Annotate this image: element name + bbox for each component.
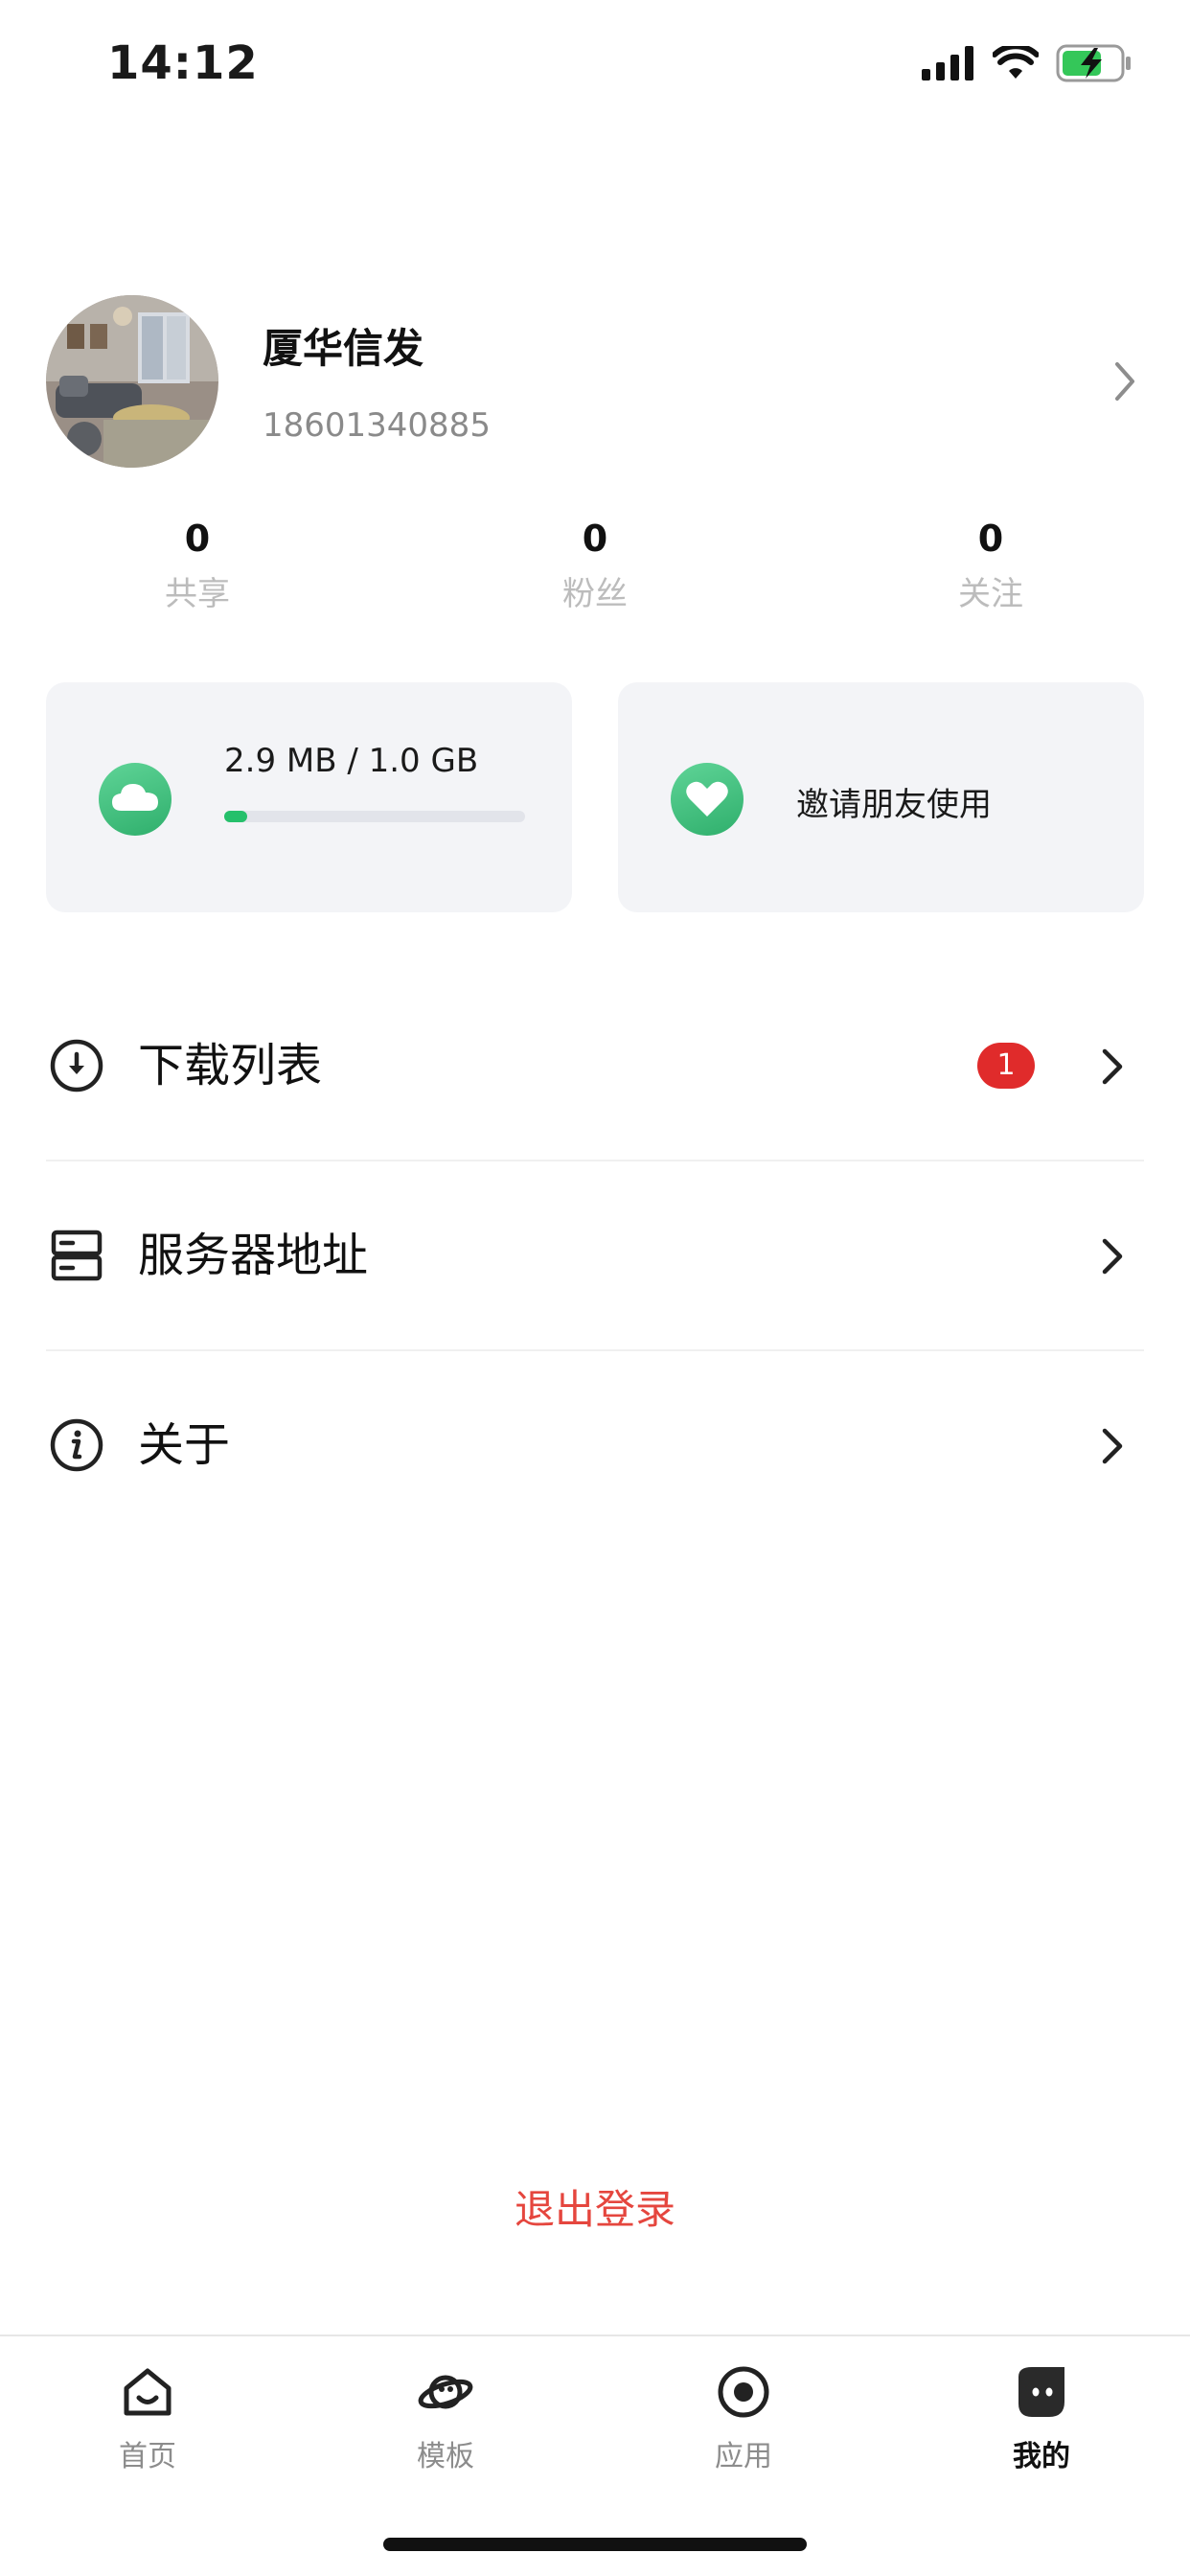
menu-item-about[interactable]: 关于 bbox=[46, 1351, 1144, 1539]
storage-progress-fill bbox=[224, 811, 247, 822]
tab-label: 我的 bbox=[1013, 2440, 1070, 2473]
invite-card[interactable]: 邀请朋友使用 bbox=[618, 682, 1144, 912]
tab-home[interactable]: 首页 bbox=[52, 2363, 243, 2474]
planet-icon bbox=[418, 2375, 473, 2409]
download-count-badge: 1 bbox=[977, 1043, 1035, 1089]
home-indicator bbox=[383, 2538, 807, 2551]
profile-header[interactable]: 厦华信发 18601340885 bbox=[46, 295, 1144, 468]
download-icon bbox=[50, 1039, 103, 1092]
stat-label: 共享 bbox=[165, 575, 230, 613]
chevron-right-icon bbox=[1102, 1238, 1123, 1275]
stat-value: 0 bbox=[184, 518, 211, 560]
chevron-right-icon[interactable] bbox=[1106, 355, 1144, 408]
stat-followers[interactable]: 0 粉丝 bbox=[480, 512, 710, 623]
menu-item-server-address[interactable]: 服务器地址 bbox=[46, 1162, 1144, 1351]
chevron-right-icon bbox=[1102, 1428, 1123, 1464]
target-icon bbox=[718, 2366, 769, 2418]
tab-templates[interactable]: 模板 bbox=[350, 2363, 541, 2474]
profile-face-icon bbox=[1018, 2367, 1064, 2417]
stat-value: 0 bbox=[977, 518, 1004, 560]
storage-progress-bar bbox=[224, 811, 525, 822]
tab-apps[interactable]: 应用 bbox=[648, 2363, 839, 2474]
status-bar: 14:12 bbox=[0, 0, 1190, 125]
invite-label: 邀请朋友使用 bbox=[796, 786, 992, 824]
tab-label: 应用 bbox=[715, 2440, 772, 2473]
home-icon bbox=[124, 2368, 172, 2416]
logout-button[interactable]: 退出登录 bbox=[0, 2177, 1190, 2236]
storage-usage-text: 2.9 MB / 1.0 GB bbox=[224, 742, 479, 780]
menu-label: 服务器地址 bbox=[138, 1229, 369, 1282]
profile-page: 14:12 厦华信发 18601340885 0 共享 0 粉丝 0 关注 2.… bbox=[0, 0, 1190, 2576]
stat-following[interactable]: 0 关注 bbox=[876, 512, 1106, 623]
menu-item-download-list[interactable]: 下载列表 1 bbox=[46, 972, 1144, 1162]
status-icons bbox=[922, 42, 1133, 84]
stat-label: 关注 bbox=[958, 575, 1023, 613]
wifi-icon bbox=[993, 46, 1039, 79]
stat-share[interactable]: 0 共享 bbox=[82, 512, 312, 623]
storage-card[interactable]: 2.9 MB / 1.0 GB bbox=[46, 682, 572, 912]
stat-label: 粉丝 bbox=[562, 575, 628, 613]
avatar[interactable] bbox=[46, 295, 218, 468]
heart-icon bbox=[671, 763, 744, 836]
living-room-photo bbox=[46, 295, 218, 468]
settings-menu: 下载列表 1 服务器地址 关于 bbox=[46, 972, 1144, 1539]
tab-label: 模板 bbox=[417, 2440, 474, 2473]
profile-name: 厦华信发 bbox=[263, 325, 424, 372]
tab-me[interactable]: 我的 bbox=[946, 2363, 1137, 2474]
menu-label: 关于 bbox=[138, 1418, 231, 1472]
cloud-icon bbox=[99, 763, 172, 836]
chevron-right-icon bbox=[1102, 1048, 1123, 1085]
menu-label: 下载列表 bbox=[138, 1039, 323, 1092]
server-icon bbox=[51, 1230, 103, 1281]
profile-phone: 18601340885 bbox=[263, 406, 491, 445]
cellular-signal-icon bbox=[922, 46, 973, 80]
stat-value: 0 bbox=[582, 518, 608, 560]
battery-charging-icon bbox=[1056, 44, 1131, 82]
info-icon bbox=[50, 1418, 103, 1472]
tab-label: 首页 bbox=[119, 2440, 176, 2473]
status-time: 14:12 bbox=[107, 36, 259, 90]
stats-row: 0 共享 0 粉丝 0 关注 bbox=[0, 512, 1190, 617]
